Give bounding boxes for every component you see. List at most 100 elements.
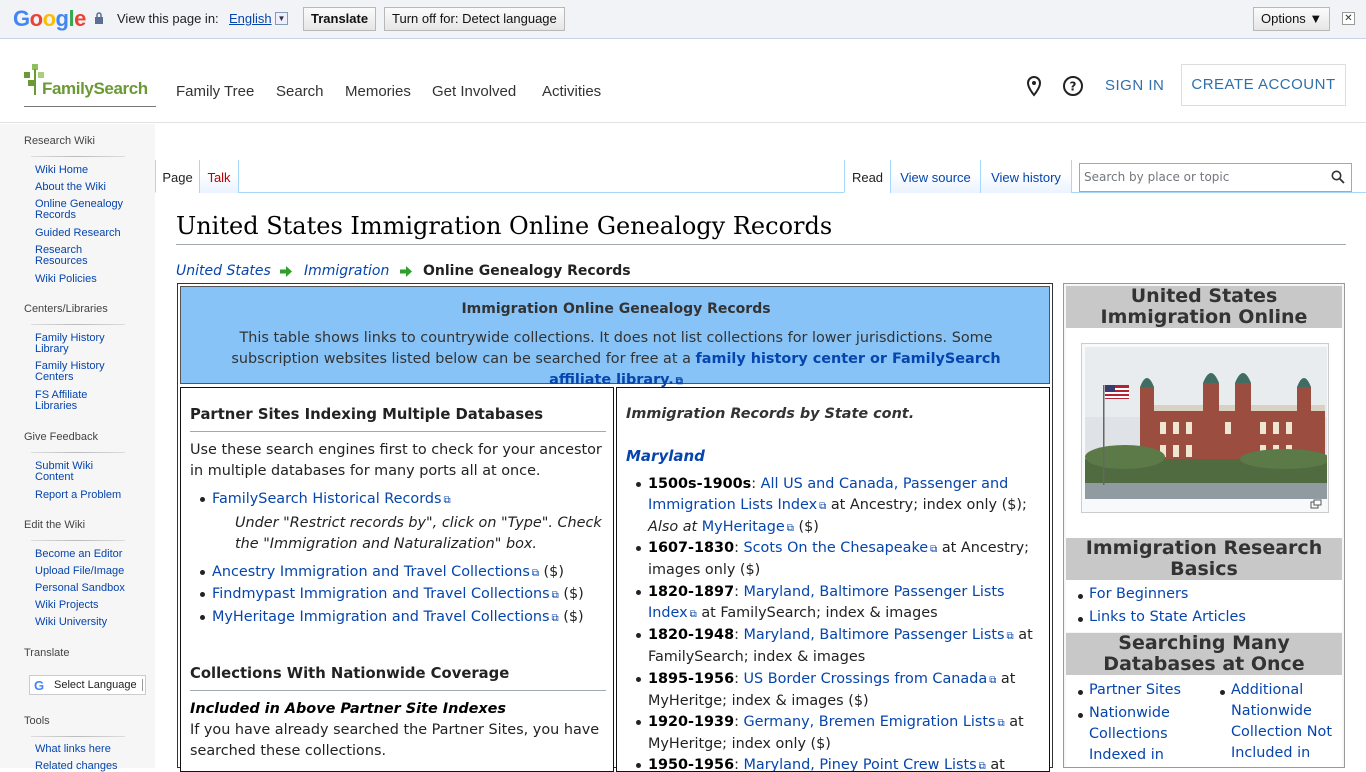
partner-heading: Partner Sites Indexing Multiple Database… [190,406,544,423]
sidebar-item-wiki-home[interactable]: Wiki Home [35,165,140,176]
tab-view-source[interactable]: View source [890,160,980,193]
record-years: 1920-1939 [648,714,735,730]
basics-links: For Beginners Links to State Articles [1066,580,1342,632]
nav-search[interactable]: Search [276,83,324,100]
record-item: 1607-1830: Scots On the Chesapeake at An… [648,538,1043,581]
create-account-button[interactable]: CREATE ACCOUNT [1181,64,1346,106]
right-column: Immigration Records by State cont. Maryl… [616,387,1050,772]
tab-talk[interactable]: Talk [199,160,239,193]
bullet [200,615,205,620]
record-item: 1950-1956: Maryland, Piney Point Crew Li… [648,755,1043,772]
sidebar-item-upload[interactable]: Upload File/Image [35,566,140,577]
breadcrumb-immigration[interactable]: Immigration [304,263,389,279]
sidebar-item-affiliate[interactable]: FS Affiliate Libraries [35,390,105,412]
close-icon[interactable]: ✕ [1342,12,1355,25]
tab-read[interactable]: Read [844,160,890,193]
record-link[interactable]: Maryland, Piney Point Crew Lists [744,757,986,771]
sign-in-link[interactable]: SIGN IN [1105,77,1164,94]
select-language-widget[interactable]: G Select Language [29,675,146,695]
search-icon[interactable] [1331,170,1345,184]
partner-link-findmypast: Findmypast Immigration and Travel Collec… [212,584,584,606]
nav-activities[interactable]: Activities [542,83,601,100]
svg-text:?: ? [1070,80,1077,94]
record-years: 1500s-1900s [648,476,752,492]
sidebar-divider [31,156,125,157]
state-articles-link[interactable]: Links to State Articles [1089,607,1246,628]
sidebar-item-online-records[interactable]: Online Genealogy Records [35,199,135,221]
bullet [636,546,641,551]
bullet [636,677,641,682]
record-item: 1500s-1900s: All US and Canada, Passenge… [648,474,1043,539]
sidebar-item-wiki-policies[interactable]: Wiki Policies [35,274,140,285]
record-detail: at [985,757,1005,772]
sidebar-item-related-changes[interactable]: Related changes [35,761,140,772]
breadcrumb-united-states[interactable]: United States [176,263,271,279]
magnify-icon[interactable] [1310,499,1322,509]
sidebar-item-what-links-here[interactable]: What links here [35,744,140,755]
record-item: 1920-1939: Germany, Bremen Emigration Li… [648,712,1043,755]
breadcrumb-current: Online Genealogy Records [423,263,631,279]
record-detail: at FamilySearch; index & images [696,605,938,621]
sidebar-item-submit-content[interactable]: Submit Wiki Content [35,461,110,483]
image-thumbnail-frame[interactable] [1081,343,1329,513]
nationwide-heading: Collections With Nationwide Coverage [190,665,510,682]
sidebar-item-about-wiki[interactable]: About the Wiki [35,182,140,193]
record-years: 1950-1956 [648,757,735,772]
partner-text: Use these search engines first to check … [190,442,602,479]
record-also: Also at [648,519,702,535]
sidebar-item-report-problem[interactable]: Report a Problem [35,490,140,501]
sidebar-item-become-editor[interactable]: Become an Editor [35,549,140,560]
tab-page[interactable]: Page [155,160,199,193]
help-icon[interactable]: ? [1062,75,1084,97]
findmypast-collections-link[interactable]: Findmypast Immigration and Travel Collec… [212,586,559,602]
sidebar-item-fhl[interactable]: Family History Library [35,333,115,355]
record-link[interactable]: Maryland, Baltimore Passenger Lists [744,627,1014,643]
record-link[interactable]: Scots On the Chesapeake [744,540,938,556]
lock-icon [95,12,103,24]
maryland-heading[interactable]: Maryland [626,446,705,467]
fs-historical-records-link[interactable]: FamilySearch Historical Records [212,489,451,511]
turn-off-button[interactable]: Turn off for: Detect language [384,7,565,31]
sidebar-divider [31,540,125,541]
sidebar-item-research-resources[interactable]: Research Resources [35,245,105,267]
tab-view-history[interactable]: View history [980,160,1072,193]
sidebar-item-sandbox[interactable]: Personal Sandbox [35,583,140,594]
record-years: 1820-1897 [648,584,735,600]
sidebar-item-guided-research[interactable]: Guided Research [35,228,140,239]
nav-get-involved[interactable]: Get Involved [432,83,516,100]
additional-nationwide-link[interactable]: Additional Nationwide Collection Not Inc… [1231,680,1341,764]
myheritage-collections-link[interactable]: MyHeritage Immigration and Travel Collec… [212,609,559,625]
location-pin-icon[interactable] [1023,75,1045,97]
translate-button[interactable]: Translate [303,7,377,31]
nav-family-tree[interactable]: Family Tree [176,83,254,100]
partner-link-ancestry: Ancestry Immigration and Travel Collecti… [212,562,564,584]
google-logo: Google [13,6,86,31]
partner-sites-link[interactable]: Partner Sites [1089,680,1199,701]
sidebar-item-wiki-projects[interactable]: Wiki Projects [35,600,140,611]
nav-memories[interactable]: Memories [345,83,411,100]
for-beginners-link[interactable]: For Beginners [1089,584,1188,605]
view-page-label: View this page in: [117,11,219,26]
records-table: Immigration Online Genealogy Records Thi… [177,283,1053,772]
options-button[interactable]: Options ▼ [1253,7,1331,31]
bullet [1078,690,1083,695]
widget-divider [142,679,143,691]
record-link[interactable]: Germany, Bremen Emigration Lists [744,714,1005,730]
bullet [1078,617,1083,622]
ellis-island-photo[interactable] [1085,347,1327,499]
sidebar-item-wiki-university[interactable]: Wiki University [35,617,140,628]
sidebar-item-fhc[interactable]: Family History Centers [35,361,115,383]
language-select[interactable]: English [229,11,272,26]
arrow-right-icon [280,266,292,277]
paid-marker: ($) [558,609,584,625]
nationwide-indexed-link[interactable]: Nationwide Collections Indexed in [1089,703,1189,766]
wiki-search-input[interactable]: Search by place or topic [1079,163,1352,192]
record-years: 1820-1948 [648,627,735,643]
record-link[interactable]: US Border Crossings from Canada [744,671,997,687]
chevron-down-icon[interactable]: ▼ [275,12,288,25]
ancestry-collections-link[interactable]: Ancestry Immigration and Travel Collecti… [212,564,539,580]
familysearch-logo[interactable]: FamilySearch [42,79,148,99]
infobox-title: United States Immigration Online [1066,286,1342,328]
partner-link-myheritage: MyHeritage Immigration and Travel Collec… [212,607,584,629]
record-link-myheritage[interactable]: MyHeritage [702,519,794,535]
